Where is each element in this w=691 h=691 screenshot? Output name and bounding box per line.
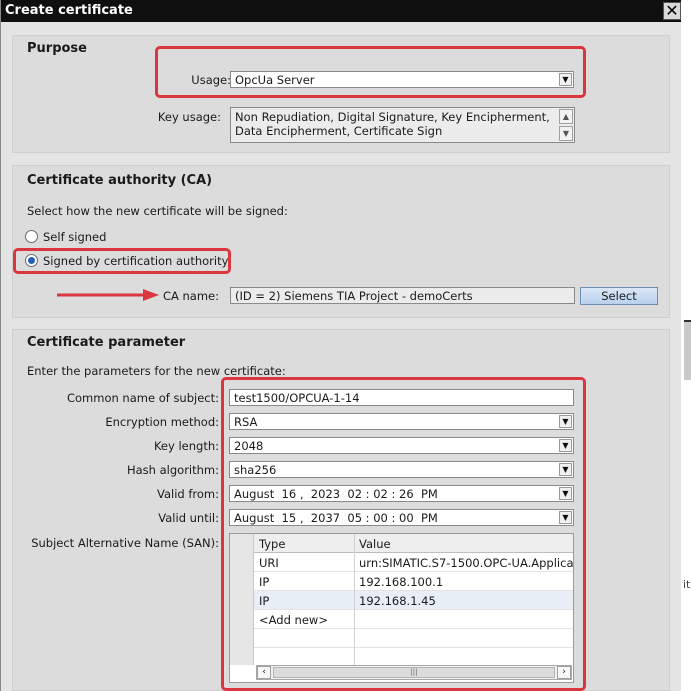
background-window: it — [680, 0, 691, 691]
table-row[interactable]: <Add new> — [230, 610, 573, 629]
key-length-dropdown[interactable]: 2048 ▼ — [229, 437, 574, 454]
table-row[interactable]: IP 192.168.1.45 — [230, 591, 573, 610]
chevron-down-icon[interactable]: ▼ — [559, 487, 572, 500]
key-usage-text: Non Repudiation, Digital Signature, Key … — [230, 107, 575, 143]
self-signed-label[interactable]: Self signed — [43, 230, 106, 244]
valid-from-value: August 16 , 2023 02 : 02 : 26 PM — [234, 487, 438, 501]
encryption-label: Encryption method: — [105, 415, 219, 429]
key-usage-scrollbar[interactable]: ▲ ▼ — [559, 109, 573, 141]
column-divider — [354, 534, 355, 665]
hash-label: Hash algorithm: — [126, 463, 219, 477]
row-header-column — [230, 534, 254, 665]
valid-from-label: Valid from: — [156, 487, 219, 501]
valid-until-picker[interactable]: August 15 , 2037 05 : 00 : 00 PM ▼ — [229, 509, 574, 526]
purpose-group: Purpose Usage: OpcUa Server ▼ Key usage:… — [12, 35, 670, 153]
hash-value: sha256 — [234, 463, 277, 477]
key-length-label: Key length: — [153, 439, 219, 453]
create-certificate-dialog: Create certificate ✕ Purpose Usage: OpcU… — [0, 0, 681, 691]
chevron-down-icon[interactable]: ▼ — [559, 511, 572, 524]
san-type-cell[interactable]: URI — [259, 556, 279, 570]
scroll-right-icon[interactable]: › — [557, 666, 571, 679]
select-button[interactable]: Select — [580, 287, 658, 305]
san-label: Subject Alternative Name (SAN): — [31, 536, 219, 550]
san-table[interactable]: Type Value URI urn:SIMATIC.S7-1500.OPC-U… — [229, 533, 574, 683]
san-value-cell[interactable]: 192.168.1.45 — [359, 594, 436, 608]
column-header-type[interactable]: Type — [259, 537, 285, 551]
san-type-cell[interactable]: IP — [259, 594, 269, 608]
san-table-header: Type Value — [230, 534, 573, 553]
key-length-value: 2048 — [234, 439, 264, 453]
scroll-down-icon[interactable]: ▼ — [559, 126, 573, 141]
dialog-title: Create certificate — [5, 3, 133, 18]
usage-label: Usage: — [191, 73, 231, 87]
common-name-label: Common name of subject: — [66, 391, 219, 405]
key-usage-line-2: Data Encipherment, Certificate Sign — [235, 124, 443, 138]
background-text: it — [683, 578, 691, 591]
background-panel — [684, 320, 691, 380]
arrow-annotation-icon — [57, 289, 159, 301]
valid-from-picker[interactable]: August 16 , 2023 02 : 02 : 26 PM ▼ — [229, 485, 574, 502]
common-name-input[interactable]: test1500/OPCUA-1-14 — [229, 389, 574, 406]
scroll-up-icon[interactable]: ▲ — [559, 109, 573, 124]
scroll-left-icon[interactable]: ‹ — [257, 666, 271, 679]
chevron-down-icon[interactable]: ▼ — [559, 415, 572, 428]
chevron-down-icon[interactable]: ▼ — [559, 73, 572, 86]
column-header-value[interactable]: Value — [359, 537, 391, 551]
key-usage-label: Key usage: — [157, 110, 221, 124]
table-row[interactable]: IP 192.168.100.1 — [230, 572, 573, 591]
chevron-down-icon[interactable]: ▼ — [559, 439, 572, 452]
hash-dropdown[interactable]: sha256 ▼ — [229, 461, 574, 478]
add-new-cell[interactable]: <Add new> — [259, 613, 328, 627]
ca-name-label: CA name: — [162, 289, 219, 303]
self-signed-radio[interactable] — [25, 230, 38, 243]
params-instruction: Enter the parameters for the new certifi… — [27, 364, 286, 378]
table-horizontal-scrollbar[interactable]: ‹ ||| › — [256, 665, 572, 680]
key-usage-line-1: Non Repudiation, Digital Signature, Key … — [235, 110, 550, 124]
table-row — [230, 629, 573, 648]
san-type-cell[interactable]: IP — [259, 575, 269, 589]
signed-by-ca-label[interactable]: Signed by certification authority — [43, 254, 228, 268]
ca-instruction: Select how the new certificate will be s… — [27, 204, 288, 218]
san-value-cell[interactable]: 192.168.100.1 — [359, 575, 443, 589]
ca-name-field: (ID = 2) Siemens TIA Project - demoCerts — [230, 287, 575, 304]
encryption-dropdown[interactable]: RSA ▼ — [229, 413, 574, 430]
dialog-titlebar: Create certificate ✕ — [1, 0, 681, 22]
ca-heading: Certificate authority (CA) — [27, 173, 213, 188]
valid-until-label: Valid until: — [158, 511, 219, 525]
params-heading: Certificate parameter — [27, 335, 186, 350]
table-row[interactable]: URI urn:SIMATIC.S7-1500.OPC-UA.Applicat.… — [230, 553, 573, 572]
scroll-thumb[interactable]: ||| — [273, 667, 555, 678]
valid-until-value: August 15 , 2037 05 : 00 : 00 PM — [234, 511, 438, 525]
chevron-down-icon[interactable]: ▼ — [559, 463, 572, 476]
close-icon[interactable]: ✕ — [663, 2, 681, 20]
san-value-cell[interactable]: urn:SIMATIC.S7-1500.OPC-UA.Applicat... — [359, 556, 573, 570]
usage-dropdown[interactable]: OpcUa Server ▼ — [230, 71, 574, 88]
purpose-heading: Purpose — [27, 41, 87, 56]
encryption-value: RSA — [234, 415, 258, 429]
signed-by-ca-radio[interactable] — [25, 254, 38, 267]
usage-value: OpcUa Server — [235, 73, 315, 87]
